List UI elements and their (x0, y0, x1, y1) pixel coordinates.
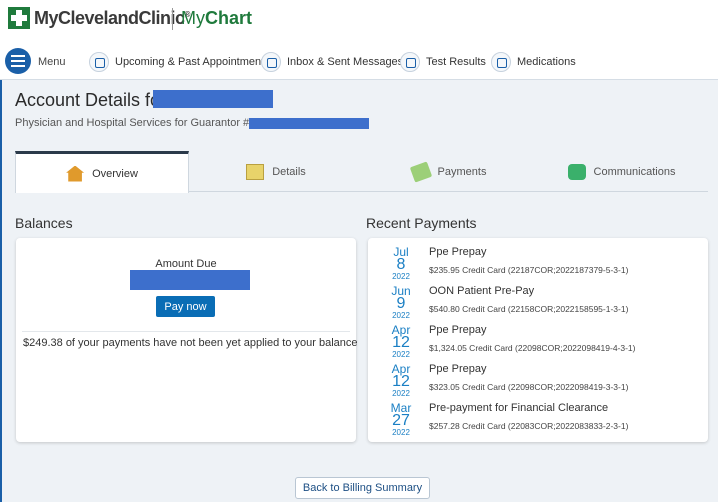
page-subtitle: Physician and Hospital Services for Guar… (15, 117, 256, 129)
payment-detail: $1,324.05 Credit Card (22098COR;20220984… (429, 343, 636, 353)
redacted-account-name (153, 90, 273, 108)
card-divider (22, 331, 350, 332)
nav-medications-label: Medications (517, 56, 576, 68)
payment-title: Ppe Prepay (429, 363, 487, 375)
cleveland-clinic-logo-icon[interactable] (8, 7, 30, 29)
amount-due-label: Amount Due (155, 258, 217, 270)
balances-title: Balances (15, 215, 73, 231)
unapplied-payments-note: $249.38 of your payments have not been y… (23, 337, 358, 349)
redacted-guarantor-number (249, 118, 369, 129)
payment-detail: $235.95 Credit Card (22187COR;2022187379… (429, 265, 629, 275)
tab-details[interactable]: Details (189, 151, 363, 192)
payment-row[interactable]: Apr 12 2022 Ppe Prepay $323.05 Credit Ca… (368, 362, 708, 402)
mychart-logo[interactable]: MyChart (181, 8, 252, 29)
menu-hamburger-icon[interactable] (5, 48, 31, 74)
payment-detail: $257.28 Credit Card (22083COR;2022083833… (429, 421, 629, 431)
payment-row[interactable]: Mar 27 2022 Pre-payment for Financial Cl… (368, 401, 708, 441)
nav-appointments-label: Upcoming & Past Appointments (115, 56, 270, 68)
page-title: Account Details for (15, 90, 167, 110)
payment-title: Pre-payment for Financial Clearance (429, 402, 609, 414)
nav-appointments[interactable]: Upcoming & Past Appointments (89, 51, 270, 73)
flask-icon (400, 52, 420, 72)
tab-payments[interactable]: Payments (363, 151, 535, 192)
recent-payments-title: Recent Payments (366, 215, 477, 231)
envelope-icon (261, 52, 281, 72)
recent-payments-card: Jul 8 2022 Ppe Prepay $235.95 Credit Car… (368, 238, 708, 442)
payment-title: OON Patient Pre-Pay (429, 285, 535, 297)
balances-card: Amount Due Pay now $249.38 of your payme… (16, 238, 358, 442)
document-icon (246, 163, 265, 180)
left-accent-rule (0, 80, 2, 502)
redacted-amount-due (130, 270, 250, 290)
brand-logo-text[interactable]: MyClevelandClinic® (34, 8, 190, 29)
payment-row[interactable]: Jun 9 2022 OON Patient Pre-Pay $540.80 C… (368, 284, 708, 324)
chat-icon (567, 163, 586, 180)
nav-medications[interactable]: Medications (491, 51, 576, 73)
nav-messages[interactable]: Inbox & Sent Messages (261, 51, 403, 73)
nav-messages-label: Inbox & Sent Messages (287, 56, 404, 68)
payment-title: Ppe Prepay (429, 324, 487, 336)
house-icon (66, 165, 85, 182)
menu-label[interactable]: Menu (38, 56, 66, 68)
logo-divider (172, 8, 173, 30)
tab-communications[interactable]: Communications (535, 151, 708, 192)
nav-test-results-label: Test Results (426, 56, 486, 68)
account-tabs: Overview Details Payments Communications (15, 151, 708, 193)
money-icon (409, 160, 432, 183)
back-to-billing-summary-button[interactable]: Back to Billing Summary (295, 477, 430, 499)
payment-detail: $540.80 Credit Card (22158COR;2022158595… (429, 304, 629, 314)
payment-title: Ppe Prepay (429, 246, 487, 258)
calendar-icon (89, 52, 109, 72)
payment-row[interactable]: Apr 12 2022 Ppe Prepay $1,324.05 Credit … (368, 323, 708, 363)
nav-test-results[interactable]: Test Results (400, 51, 486, 73)
top-header: MyClevelandClinic® MyChart (0, 0, 718, 40)
pay-now-button[interactable]: Pay now (156, 296, 215, 317)
tab-overview[interactable]: Overview (15, 151, 189, 193)
tab-details-label: Details (272, 165, 306, 178)
payment-row[interactable]: Jul 8 2022 Ppe Prepay $235.95 Credit Car… (368, 245, 708, 285)
tab-payments-label: Payments (437, 165, 487, 178)
tab-overview-label: Overview (92, 167, 138, 180)
tab-communications-label: Communications (593, 165, 676, 178)
payment-detail: $323.05 Credit Card (22098COR;2022098419… (429, 382, 629, 392)
pill-icon (491, 52, 511, 72)
